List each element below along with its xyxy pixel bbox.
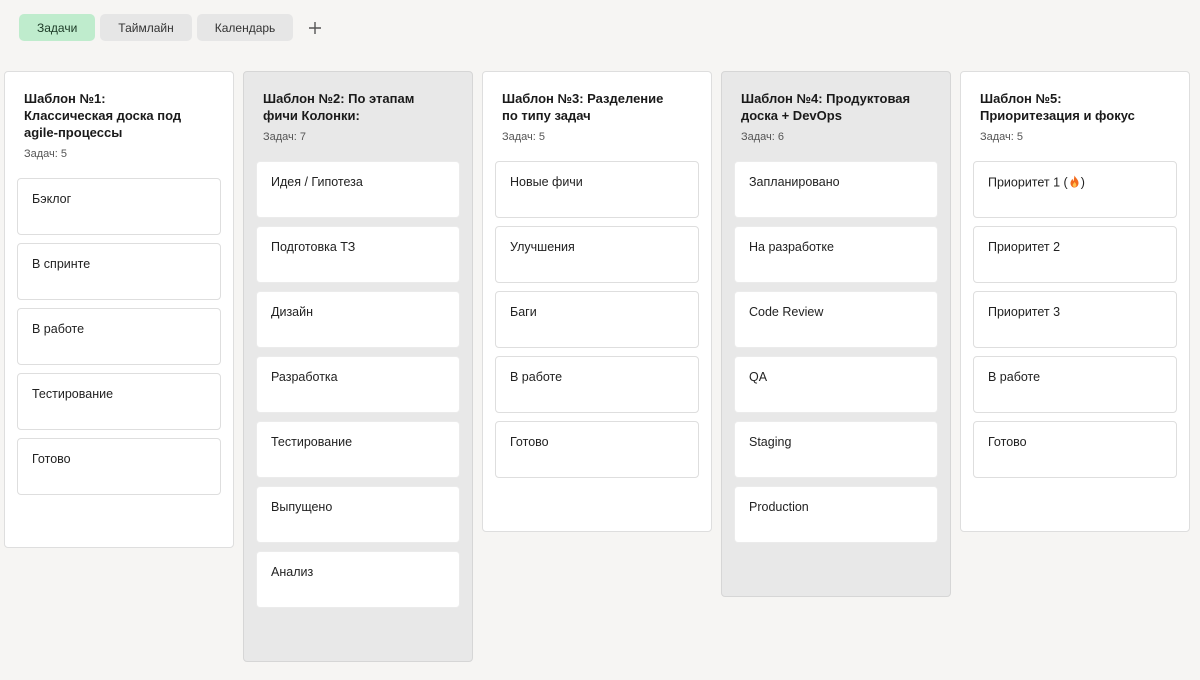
column-title: Шаблон №4: Продуктовая доска + DevOps bbox=[741, 90, 931, 124]
column-title-line: Шаблон №4: Продуктовая bbox=[741, 91, 911, 106]
tab-timeline[interactable]: Таймлайн bbox=[100, 14, 192, 41]
card[interactable]: Улучшения bbox=[495, 226, 699, 283]
column-title-line: фичи Колонки: bbox=[263, 108, 360, 123]
template-column-2: Шаблон №2: По этапам фичи Колонки: Задач… bbox=[243, 71, 473, 662]
column-title-line: Приоритезация и фокус bbox=[980, 108, 1135, 123]
task-count: Задач: 6 bbox=[741, 131, 785, 143]
column-title-line: agile-процессы bbox=[24, 125, 123, 140]
card-label: Готово bbox=[32, 452, 71, 466]
card-label: Staging bbox=[749, 435, 792, 449]
card-label: Анализ bbox=[271, 565, 314, 579]
card-label: Запланировано bbox=[749, 175, 840, 189]
card-label: QA bbox=[749, 370, 768, 384]
plus-icon bbox=[309, 21, 322, 34]
card[interactable]: Выпущено bbox=[256, 486, 460, 543]
column-title-line: по типу задач bbox=[502, 108, 591, 123]
column-title: Шаблон №2: По этапам фичи Колонки: bbox=[263, 90, 453, 124]
card[interactable]: Приоритет 2 bbox=[973, 226, 1177, 283]
card-label: Разработка bbox=[271, 370, 338, 384]
card-label: Идея / Гипотеза bbox=[271, 175, 363, 189]
card[interactable]: Готово bbox=[17, 438, 221, 495]
task-count: Задач: 7 bbox=[263, 131, 307, 143]
card-label: В работе bbox=[32, 322, 85, 336]
card-label: Баги bbox=[510, 305, 537, 319]
card[interactable]: Дизайн bbox=[256, 291, 460, 348]
card-label: Тестирование bbox=[32, 387, 114, 401]
card[interactable]: Разработка bbox=[256, 356, 460, 413]
card[interactable]: Идея / Гипотеза bbox=[256, 161, 460, 218]
task-count: Задач: 5 bbox=[980, 131, 1024, 143]
card-label: В работе bbox=[510, 370, 563, 384]
task-count: Задач: 5 bbox=[502, 131, 546, 143]
card[interactable]: Анализ bbox=[256, 551, 460, 608]
card-label: Выпущено bbox=[271, 500, 333, 514]
column-title-line: доска + DevOps bbox=[741, 108, 842, 123]
card-label: Production bbox=[749, 500, 809, 514]
column-title: Шаблон №3: Разделение по типу задач bbox=[502, 90, 692, 124]
template-column-1: Шаблон №1: Классическая доска под agile-… bbox=[4, 71, 234, 548]
card[interactable]: Code Review bbox=[734, 291, 938, 348]
card-label: Code Review bbox=[749, 305, 824, 319]
card[interactable]: Тестирование bbox=[17, 373, 221, 430]
card[interactable]: Готово bbox=[495, 421, 699, 478]
card-label: Готово bbox=[988, 435, 1027, 449]
card-label: Бэклог bbox=[32, 192, 72, 206]
card[interactable]: В работе bbox=[973, 356, 1177, 413]
column-title-line: Шаблон №1: bbox=[24, 91, 106, 106]
tab-calendar[interactable]: Календарь bbox=[196, 14, 294, 41]
card[interactable]: Готово bbox=[973, 421, 1177, 478]
card[interactable]: Приоритет 1 () bbox=[973, 161, 1177, 218]
card-label: Дизайн bbox=[271, 305, 314, 319]
card[interactable]: Бэклог bbox=[17, 178, 221, 235]
card[interactable]: Запланировано bbox=[734, 161, 938, 218]
add-tab-button[interactable] bbox=[302, 15, 328, 41]
fire-icon bbox=[1069, 175, 1080, 191]
card-label: Приоритет 2 bbox=[988, 240, 1061, 254]
card[interactable]: В работе bbox=[495, 356, 699, 413]
card[interactable]: Баги bbox=[495, 291, 699, 348]
card[interactable]: В спринте bbox=[17, 243, 221, 300]
card[interactable]: Тестирование bbox=[256, 421, 460, 478]
card[interactable]: На разработке bbox=[734, 226, 938, 283]
template-column-4: Шаблон №4: Продуктовая доска + DevOps За… bbox=[721, 71, 951, 597]
card-label: Подготовка ТЗ bbox=[271, 240, 356, 254]
card-label: Новые фичи bbox=[510, 175, 583, 189]
template-column-3: Шаблон №3: Разделение по типу задач Зада… bbox=[482, 71, 712, 532]
card-label: Готово bbox=[510, 435, 549, 449]
card-label: Улучшения bbox=[510, 240, 575, 254]
card-label: Приоритет 3 bbox=[988, 305, 1061, 319]
card[interactable]: Staging bbox=[734, 421, 938, 478]
card-label: В спринте bbox=[32, 257, 91, 271]
card-label: На разработке bbox=[749, 240, 834, 254]
card-label-suffix: ) bbox=[1080, 175, 1085, 190]
card[interactable]: Новые фичи bbox=[495, 161, 699, 218]
view-tabs: Задачи Таймлайн Календарь bbox=[19, 14, 328, 41]
card[interactable]: Production bbox=[734, 486, 938, 543]
column-title: Шаблон №1: Классическая доска под agile-… bbox=[24, 90, 214, 141]
card-label: Тестирование bbox=[271, 435, 353, 449]
column-title: Шаблон №5: Приоритезация и фокус bbox=[980, 90, 1170, 124]
card[interactable]: Приоритет 3 bbox=[973, 291, 1177, 348]
card-label: Приоритет 1 ( bbox=[988, 175, 1068, 190]
tab-tasks[interactable]: Задачи bbox=[19, 14, 96, 41]
task-count: Задач: 5 bbox=[24, 148, 68, 160]
column-title-line: Шаблон №2: По этапам bbox=[263, 91, 415, 106]
template-column-5: Шаблон №5: Приоритезация и фокус Задач: … bbox=[960, 71, 1190, 532]
card[interactable]: В работе bbox=[17, 308, 221, 365]
column-title-line: Шаблон №3: Разделение bbox=[502, 91, 664, 106]
column-title-line: Классическая доска под bbox=[24, 108, 182, 123]
card[interactable]: Подготовка ТЗ bbox=[256, 226, 460, 283]
card[interactable]: QA bbox=[734, 356, 938, 413]
card-label: В работе bbox=[988, 370, 1041, 384]
column-title-line: Шаблон №5: bbox=[980, 91, 1062, 106]
